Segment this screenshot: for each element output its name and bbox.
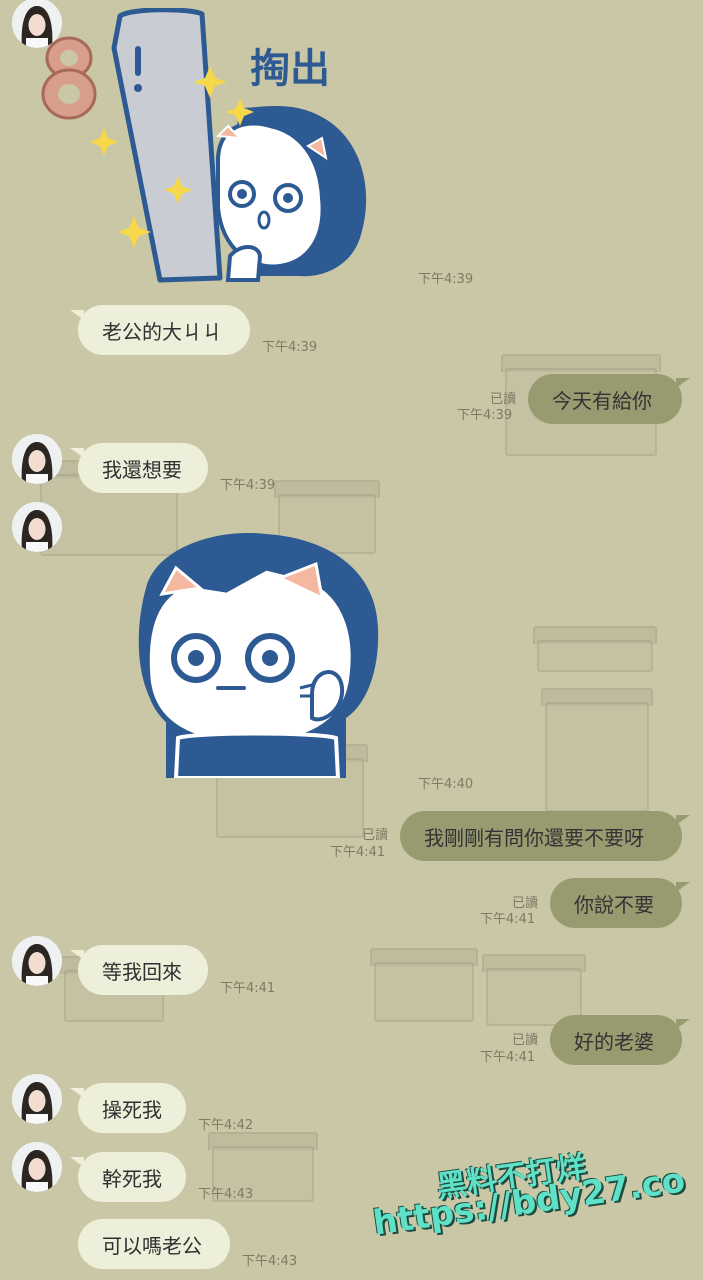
message-bubble-outgoing[interactable]: 今天有給你 <box>528 374 682 424</box>
message-time: 下午4:43 <box>242 1254 298 1269</box>
message-time: 下午4:39 <box>262 340 318 355</box>
girl-portrait-icon <box>12 936 62 986</box>
message-bubble-incoming[interactable]: 幹死我 <box>78 1152 186 1202</box>
girl-portrait-icon <box>12 434 62 484</box>
bubble-tail <box>676 815 690 825</box>
cat-sticker-board[interactable]: 掏出 <box>90 7 380 286</box>
contact-avatar[interactable] <box>12 502 62 552</box>
message-time: 下午4:42 <box>198 1118 254 1133</box>
message-bubble-incoming[interactable]: 我還想要 <box>78 443 208 493</box>
message-time: 下午4:41 <box>220 981 276 996</box>
message-bubble-incoming[interactable]: 老公的大ㄐㄐ <box>78 305 250 355</box>
contact-avatar[interactable] <box>12 1142 62 1192</box>
bubble-tail <box>676 882 690 892</box>
girl-portrait-icon <box>12 502 62 552</box>
girl-portrait-icon <box>12 1142 62 1192</box>
message-time: 下午4:41 <box>480 1050 536 1065</box>
sticker-caption: 掏出 <box>250 46 330 92</box>
message-time: 下午4:43 <box>198 1187 254 1202</box>
message-bubble-incoming[interactable]: 操死我 <box>78 1083 186 1133</box>
background-house <box>541 688 653 812</box>
contact-avatar[interactable] <box>12 1074 62 1124</box>
girl-portrait-icon <box>12 1074 62 1124</box>
message-time: 下午4:41 <box>330 845 386 860</box>
message-time: 下午4:39 <box>220 478 276 493</box>
background-house <box>370 948 478 1022</box>
message-bubble-outgoing[interactable]: 我剛剛有問你還要不要呀 <box>400 811 682 861</box>
badge-text: 8 <box>34 30 35 31</box>
message-time: 下午4:39 <box>418 272 474 287</box>
message-time: 下午4:40 <box>418 777 474 792</box>
contact-avatar[interactable] <box>12 434 62 484</box>
cat-sticker-worried[interactable] <box>126 528 386 780</box>
contact-avatar[interactable] <box>12 936 62 986</box>
bubble-tail <box>676 1019 690 1029</box>
message-time: 下午4:41 <box>480 912 536 927</box>
bubble-tail <box>676 378 690 388</box>
message-bubble-incoming[interactable]: 等我回來 <box>78 945 208 995</box>
message-time: 下午4:39 <box>457 408 513 423</box>
message-bubble-incoming[interactable]: 可以嗎老公 <box>78 1219 230 1269</box>
message-bubble-outgoing[interactable]: 你說不要 <box>550 878 682 928</box>
message-bubble-outgoing[interactable]: 好的老婆 <box>550 1015 682 1065</box>
background-house <box>533 626 657 672</box>
